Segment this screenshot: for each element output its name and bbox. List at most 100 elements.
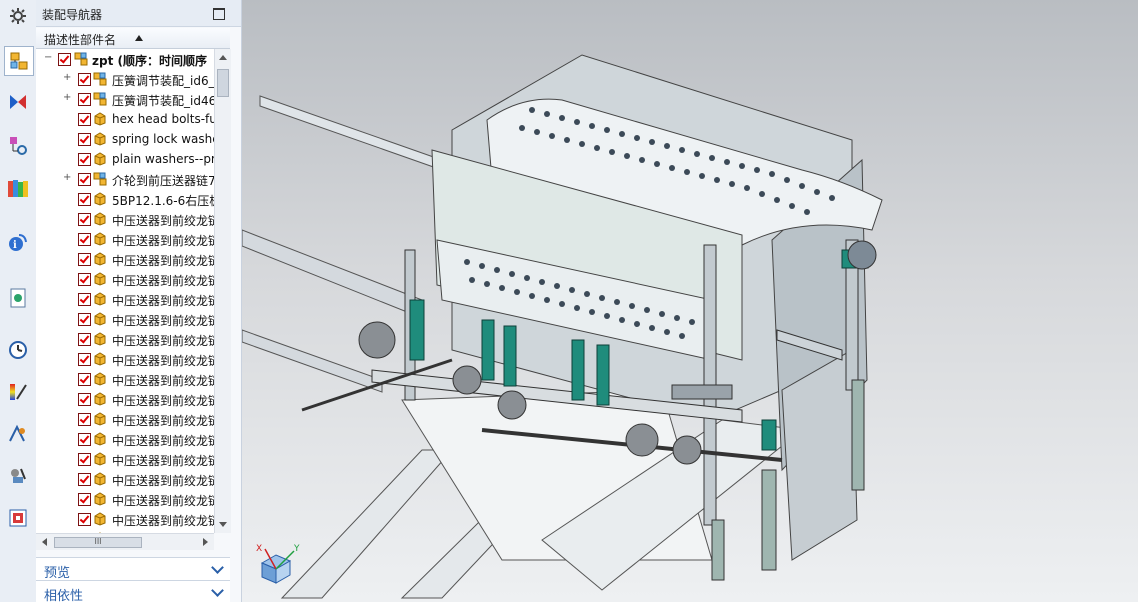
scroll-thumb[interactable] [217,69,229,97]
visibility-checkbox[interactable] [78,273,91,286]
visibility-checkbox[interactable] [78,353,91,366]
tree-item[interactable]: plain washers--pr [36,149,214,169]
horizontal-scrollbar[interactable]: III [36,533,214,550]
part-icon [93,452,107,466]
process-studio-icon[interactable] [4,378,32,406]
vertical-scrollbar[interactable] [214,49,231,533]
svg-text:i: i [13,240,17,251]
visibility-checkbox[interactable] [78,373,91,386]
expand-icon[interactable]: + [63,93,71,103]
assembly-navigator-icon[interactable] [4,46,34,76]
visibility-checkbox[interactable] [78,313,91,326]
part-icon [93,112,107,126]
part-navigator-icon[interactable] [4,132,32,160]
part-icon [93,392,107,406]
tree-item[interactable]: 中压送器到前绞龙链 [36,429,214,449]
expand-icon[interactable]: + [63,73,71,83]
graphics-window[interactable]: X Y [242,0,1138,602]
visibility-checkbox[interactable] [78,433,91,446]
collapse-icon[interactable]: − [44,53,52,63]
tree-item[interactable]: 中压送器到前绞龙链 [36,289,214,309]
tree-item[interactable]: + 介轮到前压送器链7 [36,169,214,189]
roles-icon[interactable] [4,420,32,448]
tree-item[interactable]: + 压簧调节装配_id6_ [36,69,214,89]
visibility-checkbox[interactable] [78,233,91,246]
tree-item-label: 中压送器到前绞龙链 [112,214,214,228]
visibility-checkbox[interactable] [78,393,91,406]
history-icon[interactable] [4,284,32,312]
visibility-checkbox[interactable] [58,53,71,66]
tree-item[interactable]: hex head bolts-fu [36,109,214,129]
part-icon [93,412,107,426]
system-scenes-icon[interactable] [4,462,32,490]
tree-item[interactable]: 中压送器到前绞龙链 [36,209,214,229]
leg-1 [711,519,725,581]
visibility-checkbox[interactable] [78,113,91,126]
tree-item[interactable]: + 压簧调节装配_id46 [36,89,214,109]
system-materials-icon[interactable] [4,336,32,364]
tree-item[interactable]: 中压送器到前绞龙链 [36,509,214,529]
visibility-checkbox[interactable] [78,93,91,106]
tree-item[interactable]: 中压送器到前绞龙链 [36,249,214,269]
visibility-checkbox[interactable] [78,453,91,466]
visibility-checkbox[interactable] [78,293,91,306]
scroll-up-icon[interactable] [219,55,227,60]
section-preview[interactable]: 预览 [36,557,230,581]
tree-item[interactable]: 中压送器到前绞龙链 [36,349,214,369]
part-icon [93,132,107,146]
maximize-icon[interactable] [213,8,225,20]
scroll-left-icon[interactable] [42,538,47,546]
visibility-checkbox[interactable] [78,133,91,146]
tree-item[interactable]: 中压送器到前绞龙链 [36,469,214,489]
scroll-right-icon[interactable] [203,538,208,546]
tree-item[interactable]: 中压送器到前绞龙链 [36,409,214,429]
reuse-library-icon[interactable] [4,174,32,202]
tree-item[interactable]: 中压送器到前绞龙链 [36,329,214,349]
visibility-checkbox[interactable] [78,493,91,506]
tree-item-label: 中压送器到前绞龙链 [112,474,214,488]
chevron-down-icon [211,561,224,574]
tree-item[interactable]: 中压送器到前绞龙链 [36,229,214,249]
assembly-icon [93,72,107,86]
section-dependencies[interactable]: 相依性 [36,580,230,604]
web-browser-icon[interactable]: i [4,228,32,256]
visibility-checkbox[interactable] [78,253,91,266]
leg-2 [761,469,777,571]
visibility-checkbox[interactable] [78,413,91,426]
tree-item[interactable]: 中压送器到前绞龙链 [36,449,214,469]
tree-root[interactable]: − zpt (顺序：时间顺序 [36,49,214,69]
tree-item-label: 中压送器到前绞龙链 [112,314,214,328]
hscroll-thumb[interactable]: III [54,537,142,548]
navigator-title-bar: 装配导航器 [36,0,241,27]
scroll-down-icon[interactable] [219,522,227,527]
expand-icon[interactable]: + [63,173,71,183]
assembly-tree: − zpt (顺序：时间顺序 + 压簧调节装配_id6_ + 压簧调节装配_id46 hex… [36,49,214,533]
tree-item[interactable]: spring lock washe [36,129,214,149]
section-dependencies-label: 相依性 [44,589,84,604]
assembly-navigator-panel: 装配导航器 描述性部件名 − zpt (顺序：时间顺序 + 压簧调节装配_id6_ + 压… [36,0,242,604]
tree-item[interactable]: 5BP12.1.6-6右压板 [36,189,214,209]
visibility-checkbox[interactable] [78,513,91,526]
part-icon [93,432,107,446]
tree-item[interactable]: 中压送器到前绞龙链 [36,489,214,509]
visibility-checkbox[interactable] [78,193,91,206]
visibility-checkbox[interactable] [78,173,91,186]
visibility-checkbox[interactable] [78,473,91,486]
leg-3 [851,379,865,491]
part-icon [93,372,107,386]
constraint-navigator-icon[interactable] [4,88,32,116]
visibility-checkbox[interactable] [78,333,91,346]
part-icon [93,292,107,306]
settings-icon[interactable] [4,2,32,30]
visibility-checkbox[interactable] [78,73,91,86]
tree-item[interactable]: 中压送器到前绞龙链 [36,269,214,289]
assembly-icon [74,52,88,66]
palette-icon[interactable] [4,504,32,532]
visibility-checkbox[interactable] [78,213,91,226]
axis-x-label: X [256,544,262,554]
tree-item[interactable]: 中压送器到前绞龙链 [36,369,214,389]
tree-item[interactable]: 中压送器到前绞龙链 [36,309,214,329]
column-header[interactable]: 描述性部件名 [36,28,230,49]
tree-item[interactable]: 中压送器到前绞龙链 [36,389,214,409]
visibility-checkbox[interactable] [78,153,91,166]
